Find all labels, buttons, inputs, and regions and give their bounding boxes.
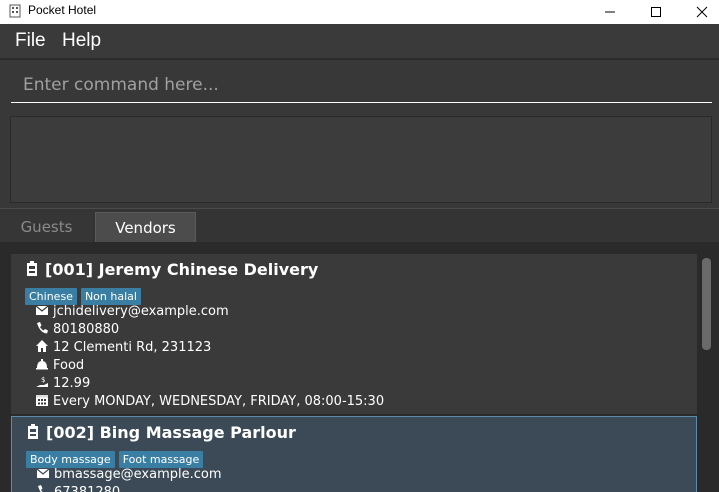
vendor-card-selected[interactable]: [002] Bing Massage Parlour Body massage F… xyxy=(11,416,697,492)
vendor-service: Food xyxy=(53,358,85,373)
tab-guests[interactable]: Guests xyxy=(0,212,93,243)
calendar-icon xyxy=(36,395,48,406)
vendor-name: Jeremy Chinese Delivery xyxy=(98,260,319,279)
vendor-icon xyxy=(28,424,38,439)
email-icon xyxy=(36,468,50,478)
vendor-hours: Every MONDAY, WEDNESDAY, FRIDAY, 08:00-1… xyxy=(53,394,385,409)
command-box xyxy=(0,60,719,110)
window-title: Pocket Hotel xyxy=(28,3,97,17)
vendor-id: [002] xyxy=(46,423,95,442)
vendor-phone-row: 80180880 xyxy=(35,321,119,339)
menu-bar: File Help xyxy=(0,24,719,59)
email-icon xyxy=(35,305,49,315)
minimize-button[interactable] xyxy=(587,0,633,24)
vendor-email: jchidelivery@example.com xyxy=(53,304,229,319)
service-bell-icon xyxy=(36,359,48,370)
vendor-email: bmassage@example.com xyxy=(54,467,222,482)
vendor-list[interactable]: [001] Jeremy Chinese Delivery Chinese Non… xyxy=(0,242,719,492)
vendor-address: 12 Clementi Rd, 231123 xyxy=(53,340,212,355)
vendor-header: [001] Jeremy Chinese Delivery xyxy=(25,260,318,282)
close-button[interactable] xyxy=(679,0,719,24)
vendor-card[interactable]: [001] Jeremy Chinese Delivery Chinese Non… xyxy=(11,254,697,414)
vendor-cost-row: $12.99 xyxy=(35,375,90,393)
hotel-icon xyxy=(9,4,21,18)
vendor-header: [002] Bing Massage Parlour xyxy=(26,423,296,445)
home-icon xyxy=(36,340,48,352)
phone-icon xyxy=(38,485,46,492)
tab-bar: Guests Vendors xyxy=(0,208,719,243)
minimize-icon xyxy=(605,11,615,13)
phone-icon xyxy=(37,322,48,334)
title-bar: Pocket Hotel xyxy=(0,0,719,24)
vendor-email-row: jchidelivery@example.com xyxy=(35,303,229,321)
svg-text:$: $ xyxy=(41,376,45,384)
cost-icon: $ xyxy=(36,376,48,387)
maximize-button[interactable] xyxy=(633,0,679,24)
vendor-name: Bing Massage Parlour xyxy=(99,423,296,442)
result-display xyxy=(10,116,712,203)
menu-file[interactable]: File xyxy=(15,30,46,52)
vendor-cost: 12.99 xyxy=(53,376,91,391)
vendor-phone-row: 67381280 xyxy=(36,484,120,492)
vendor-list-scrollbar[interactable] xyxy=(698,242,719,492)
vendor-address-row: 12 Clementi Rd, 231123 xyxy=(35,339,211,357)
vendor-phone: 80180880 xyxy=(53,322,120,337)
command-input[interactable] xyxy=(11,68,712,103)
vendor-icon xyxy=(27,261,37,276)
tag-list: Body massage Foot massage xyxy=(26,448,207,468)
tab-vendors[interactable]: Vendors xyxy=(95,212,196,243)
result-display-container xyxy=(0,110,719,208)
tag-list: Chinese Non halal xyxy=(25,285,145,305)
vendor-phone: 67381280 xyxy=(54,485,120,492)
vendor-hours-row: Every MONDAY, WEDNESDAY, FRIDAY, 08:00-1… xyxy=(35,393,384,411)
vendor-email-row: bmassage@example.com xyxy=(36,466,222,484)
vendor-id: [001] xyxy=(45,260,94,279)
scrollbar-thumb[interactable] xyxy=(702,258,711,350)
menu-help[interactable]: Help xyxy=(62,30,101,52)
vendor-service-row: Food xyxy=(35,357,84,375)
maximize-icon xyxy=(651,7,661,17)
close-icon xyxy=(696,6,708,18)
